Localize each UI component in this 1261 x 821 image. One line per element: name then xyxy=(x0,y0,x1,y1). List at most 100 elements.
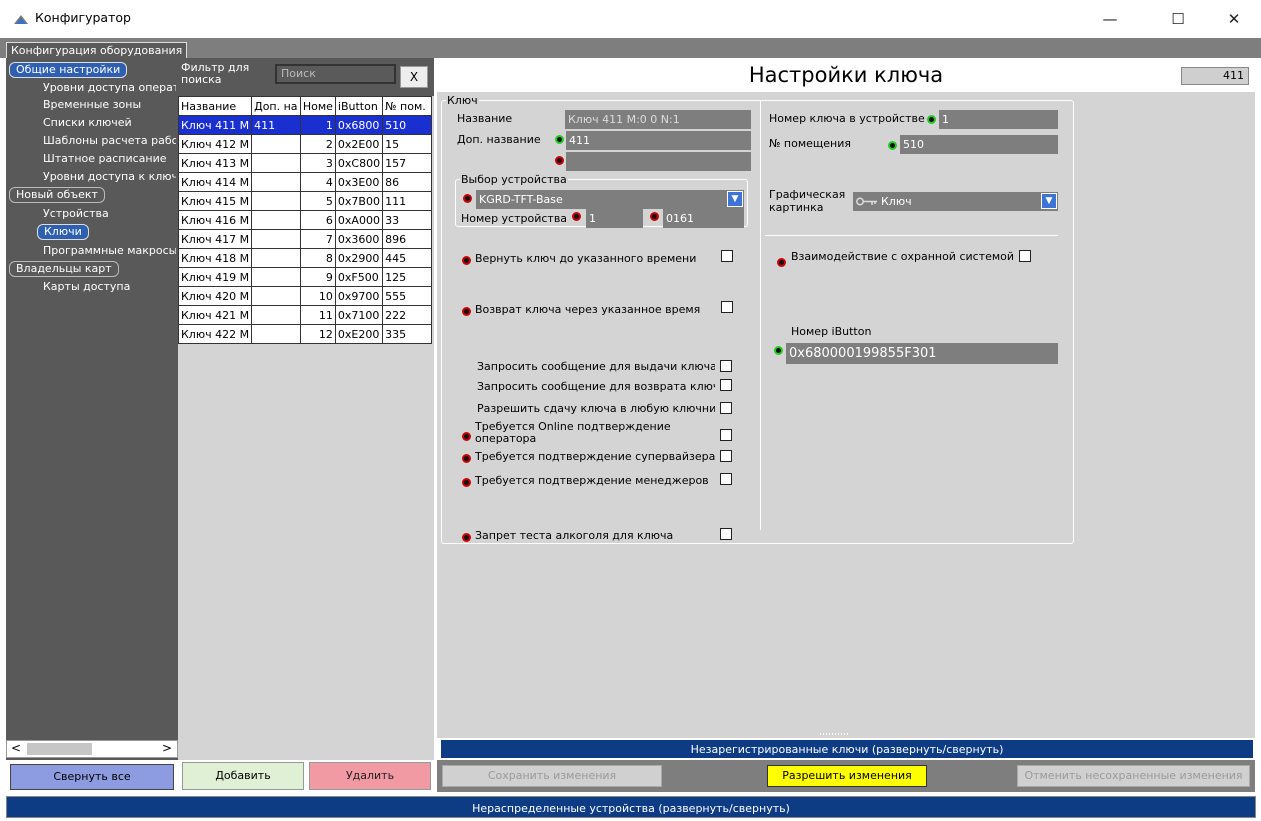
table-row[interactable]: Ключ 412 М 2 0x2E00 15 xyxy=(177,134,432,154)
undistributed-devices-toggle[interactable]: Нераспределенные устройства (развернуть/… xyxy=(6,796,1256,818)
name-field[interactable]: Ключ 411 М:0 0 N:1 xyxy=(565,110,751,129)
table-cell: 0xF500 xyxy=(334,267,384,287)
save-changes-button[interactable]: Сохранить изменения xyxy=(442,765,662,787)
chevron-down-icon[interactable]: ▼ xyxy=(1041,193,1057,209)
table-cell: 157 xyxy=(382,153,432,173)
device-code-field[interactable]: 0161 xyxy=(663,209,744,228)
nav-group-general[interactable]: Общие настройки xyxy=(9,62,128,78)
keys-table: Название Доп. на Номе iButton № пом. Клю… xyxy=(177,96,432,344)
option-managers-checkbox[interactable] xyxy=(720,473,732,485)
table-cell: 4 xyxy=(299,172,336,192)
chevron-down-icon[interactable]: ▼ xyxy=(727,191,743,207)
delete-button[interactable]: Удалить xyxy=(309,762,431,790)
option-issue-message-checkbox[interactable] xyxy=(720,360,732,372)
status-red-icon xyxy=(650,212,659,221)
nav-item-keys[interactable]: Ключи xyxy=(37,224,89,240)
table-cell: 1 xyxy=(299,115,336,135)
key-number-field[interactable]: 1 xyxy=(939,110,1058,129)
table-row[interactable]: Ключ 414 М 4 0x3E00 86 xyxy=(177,172,432,192)
splitter-grip[interactable] xyxy=(637,793,667,795)
option-supervisor-checkbox[interactable] xyxy=(720,450,732,462)
col-number[interactable]: Номе xyxy=(299,96,336,116)
nav-horizontal-scrollbar[interactable]: < > xyxy=(6,740,178,758)
picture-label: Графическая картинка xyxy=(769,188,846,214)
cancel-changes-button[interactable]: Отменить несохраненные изменения xyxy=(1017,765,1250,787)
nav-group-new-object[interactable]: Новый объект xyxy=(9,187,105,203)
nav-item-access-cards[interactable]: Карты доступа xyxy=(43,280,176,293)
nav-item-macros[interactable]: Программные макросы xyxy=(43,244,176,257)
option-return-message-checkbox[interactable] xyxy=(720,379,732,391)
table-cell: 10 xyxy=(299,286,336,306)
tab-hardware-config[interactable]: Конфигурация оборудования xyxy=(6,42,188,58)
col-extra[interactable]: Доп. на xyxy=(251,96,301,116)
table-row[interactable]: Ключ 421 М 11 0x7100 222 xyxy=(177,305,432,325)
option-return-before-time-checkbox[interactable] xyxy=(721,250,733,262)
nav-item-key-access[interactable]: Уровни доступа к ключам xyxy=(43,170,176,183)
table-row[interactable]: Ключ 415 М 5 0x7B00 111 xyxy=(177,191,432,211)
option-return-after-time-checkbox[interactable] xyxy=(721,301,733,313)
security-checkbox[interactable] xyxy=(1019,250,1031,262)
nav-item-devices[interactable]: Устройства xyxy=(43,207,176,220)
table-cell: Ключ 420 М xyxy=(177,286,253,306)
table-row[interactable]: Ключ 416 М 6 0xA000 33 xyxy=(177,210,432,230)
nav-item-staffing[interactable]: Штатное расписание xyxy=(43,152,176,165)
table-row[interactable]: Ключ 419 М 9 0xF500 125 xyxy=(177,267,432,287)
status-red-icon xyxy=(463,194,472,203)
table-cell xyxy=(251,210,301,230)
table-row[interactable]: Ключ 411 М 411 1 0x6800 510 xyxy=(177,115,432,135)
nav-group-cardholders[interactable]: Владельцы карт xyxy=(9,261,119,277)
extra-name-field-2[interactable] xyxy=(566,152,751,171)
status-red-icon xyxy=(462,533,471,542)
add-button[interactable]: Добавить xyxy=(182,762,304,790)
device-number-field[interactable]: 1 xyxy=(586,209,643,228)
collapse-all-button[interactable]: Свернуть все xyxy=(10,764,174,790)
nav-item-key-lists[interactable]: Списки ключей xyxy=(43,116,176,129)
unregistered-keys-toggle[interactable]: Незарегистрированные ключи (развернуть/с… xyxy=(441,738,1253,758)
table-row[interactable]: Ключ 420 М 10 0x9700 555 xyxy=(177,286,432,306)
table-cell: 0x7B00 xyxy=(334,191,384,211)
ibutton-label: Номер iButton xyxy=(791,325,872,338)
clear-filter-button[interactable]: X xyxy=(400,66,428,88)
table-row[interactable]: Ключ 417 М 7 0x3600 896 xyxy=(177,229,432,249)
table-row[interactable]: Ключ 418 М 8 0x2900 445 xyxy=(177,248,432,268)
allow-changes-button[interactable]: Разрешить изменения xyxy=(767,765,927,787)
table-cell: Ключ 419 М xyxy=(177,267,253,287)
device-select-value: KGRD-TFT-Base xyxy=(479,193,563,206)
scroll-left-icon[interactable]: < xyxy=(11,741,21,755)
table-cell: 0xE200 xyxy=(334,324,384,344)
security-label: Взаимодействие с охранной системой xyxy=(791,250,1015,263)
close-button[interactable]: ✕ xyxy=(1214,6,1254,32)
status-red-icon xyxy=(462,307,471,316)
ibutton-field[interactable]: 0x680000199855F301 xyxy=(786,343,1058,364)
room-field[interactable]: 510 xyxy=(900,135,1058,154)
splitter-grip[interactable] xyxy=(820,733,850,735)
table-cell: 86 xyxy=(382,172,432,192)
page-title: Настройки ключа xyxy=(437,58,1255,92)
option-any-locker-checkbox[interactable] xyxy=(720,402,732,414)
table-cell: Ключ 412 М xyxy=(177,134,253,154)
col-ibutton[interactable]: iButton xyxy=(334,96,384,116)
table-row[interactable]: Ключ 413 М 3 0xC800 157 xyxy=(177,153,432,173)
scroll-thumb[interactable] xyxy=(27,743,92,755)
minimize-button[interactable]: — xyxy=(1090,6,1130,32)
search-input[interactable]: Поиск xyxy=(275,64,396,84)
option-managers-label: Требуется подтверждение менеджеров xyxy=(475,474,709,487)
nav-item-time-zones[interactable]: Временные зоны xyxy=(43,98,176,111)
nav-item-operator-access[interactable]: Уровни доступа операторов xyxy=(43,81,176,94)
table-cell: Ключ 413 М xyxy=(177,153,253,173)
extra-name-field[interactable]: 411 xyxy=(566,131,751,150)
nav-item-work-templates[interactable]: Шаблоны расчета работы xyxy=(43,134,176,147)
table-row[interactable]: Ключ 422 М 12 0xE200 335 xyxy=(177,324,432,344)
maximize-button[interactable]: ☐ xyxy=(1158,6,1198,32)
status-red-icon xyxy=(462,432,471,441)
status-red-icon xyxy=(462,478,471,487)
scroll-right-icon[interactable]: > xyxy=(162,741,172,755)
picture-select[interactable]: Ключ ▼ xyxy=(853,192,1058,211)
col-name[interactable]: Название xyxy=(177,96,253,116)
option-alcohol-label: Запрет теста алкоголя для ключа xyxy=(475,529,674,542)
device-select[interactable]: KGRD-TFT-Base ▼ xyxy=(476,190,744,209)
table-cell xyxy=(251,305,301,325)
option-alcohol-checkbox[interactable] xyxy=(720,528,732,540)
col-room[interactable]: № пом. xyxy=(382,96,432,116)
option-online-confirm-checkbox[interactable] xyxy=(720,429,732,441)
